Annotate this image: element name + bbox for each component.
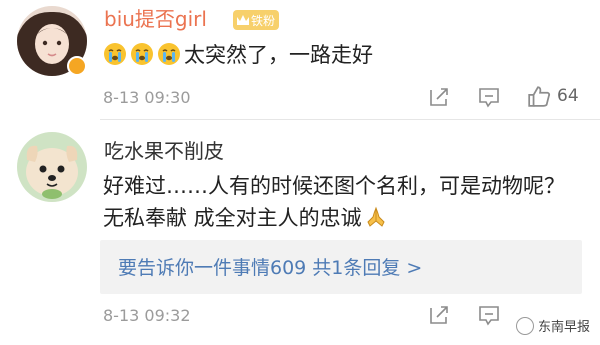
wechat-logo-icon: [515, 316, 534, 335]
share-icon[interactable]: [428, 304, 450, 326]
comment-1: biu提否girl 铁粉 太突然了，一路走好 8-13 09:30 64: [0, 0, 600, 112]
watermark-label: 东南早报: [537, 320, 590, 335]
share-icon[interactable]: [428, 86, 450, 108]
comment-text-line-2: 无私奉献 成全对主人的忠诚: [103, 203, 391, 233]
avatar[interactable]: [17, 132, 87, 202]
timestamp: 8-13 09:32: [103, 306, 191, 325]
crying-face-icon: [158, 43, 180, 65]
comment-text-content: 太突然了，一路走好: [184, 43, 373, 67]
reply-preview[interactable]: 要告诉你一件事情609 共1条回复 >: [100, 240, 582, 294]
like-count: 64: [557, 86, 579, 106]
crying-face-icon: [131, 43, 153, 65]
praying-hands-icon: [367, 206, 385, 227]
username[interactable]: biu提否girl: [104, 7, 207, 31]
fan-badge-label: 铁粉: [251, 13, 276, 28]
username[interactable]: 吃水果不削皮: [104, 139, 224, 163]
verified-badge-icon: [67, 56, 87, 76]
watermark: 东南早报: [515, 316, 590, 335]
crown-icon: [237, 15, 249, 25]
like-icon[interactable]: [527, 84, 551, 108]
reply-summary-link[interactable]: 要告诉你一件事情609 共1条回复 >: [118, 253, 422, 280]
comment-icon[interactable]: [478, 304, 500, 326]
comment-text-line-1: 好难过……人有的时候还图个名利，可是动物呢？: [103, 174, 565, 198]
comment-icon[interactable]: [478, 86, 500, 108]
comment-text-line-2-content: 无私奉献 成全对主人的忠诚: [103, 206, 362, 230]
comment-text: 太突然了，一路走好: [103, 40, 373, 70]
fan-badge: 铁粉: [233, 10, 280, 30]
crying-face-icon: [104, 43, 126, 65]
comment-2: 吃水果不削皮 好难过……人有的时候还图个名利，可是动物呢？ 无私奉献 成全对主人…: [0, 120, 600, 345]
timestamp: 8-13 09:30: [103, 88, 191, 107]
